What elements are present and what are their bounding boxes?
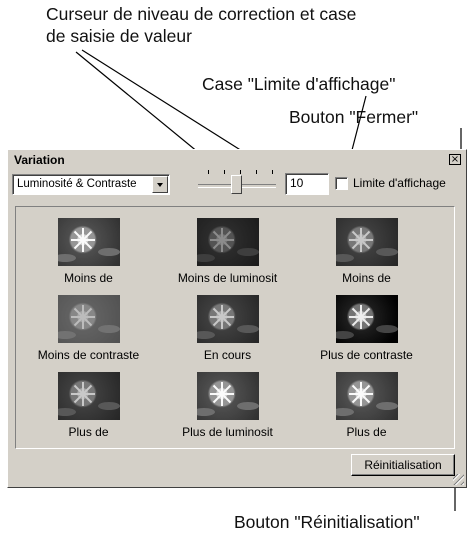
variant-cell[interactable]: Plus de [294,372,426,444]
slider-tick [272,170,273,174]
slider-thumb[interactable] [231,175,242,194]
variant-thumbnail[interactable] [197,372,259,420]
resize-grip-icon[interactable] [453,474,464,485]
mode-dropdown[interactable]: Luminosité & Contraste [12,174,170,195]
window-title: Variation [14,153,65,167]
variant-caption: Plus de luminosit [182,425,273,439]
callout-slider-label: Curseur de niveau de correction et case … [46,3,356,47]
reset-button[interactable]: Réinitialisation [351,454,455,476]
variant-thumbnail[interactable] [58,295,120,343]
slider-tick [240,170,241,174]
callout-slider-line1: Curseur de niveau de correction et case [46,4,357,24]
variant-cell[interactable]: Moins de contraste [16,295,148,367]
chevron-down-icon[interactable] [152,176,168,193]
variant-cell[interactable]: Moins de luminosit [155,218,287,290]
variant-caption: Moins de contraste [37,348,140,362]
variant-thumbnail[interactable] [58,372,120,420]
variant-caption: Moins de [64,271,113,285]
variant-cell[interactable]: Moins de [294,218,426,290]
close-icon: × [450,154,460,165]
variant-cell[interactable]: Plus de luminosit [155,372,287,444]
level-slider[interactable] [198,168,278,198]
close-button[interactable]: × [449,154,461,165]
callout-close-label: Bouton "Fermer" [289,107,419,127]
variant-caption: Plus de contraste [320,348,413,362]
variant-thumbnail[interactable] [197,295,259,343]
slider-tick [208,170,209,174]
variant-thumbnail[interactable] [336,295,398,343]
variations-panel: Moins de Moins de luminosit Moins de Moi… [15,206,455,449]
variant-caption: Plus de [346,425,387,439]
mode-dropdown-value: Luminosité & Contraste [17,178,137,190]
slider-tick [224,170,225,174]
slider-tick [256,170,257,174]
display-limit-label[interactable]: Limite d'affichage [353,176,446,191]
variant-cell[interactable]: Plus de contraste [294,295,426,367]
callout-reset-label: Bouton "Réinitialisation" [234,512,420,532]
variant-thumbnail[interactable] [336,372,398,420]
variant-cell[interactable]: Moins de [16,218,148,290]
display-limit-checkbox[interactable] [335,177,348,190]
variant-thumbnail[interactable] [197,218,259,266]
title-bar: Variation × [10,152,464,168]
variant-caption: Plus de [68,425,109,439]
callout-slider-line2: de saisie de valeur [46,26,192,46]
variant-caption: En cours [203,348,252,362]
variant-cell[interactable]: Plus de [16,372,148,444]
variant-thumbnail[interactable] [336,218,398,266]
variant-caption: Moins de [342,271,391,285]
level-value-input[interactable]: 10 [285,173,329,195]
variant-caption: Moins de luminosit [177,271,278,285]
variant-cell[interactable]: En cours [155,295,287,367]
variant-thumbnail[interactable] [58,218,120,266]
variation-window: Variation × Luminosité & Contraste 10 Li… [7,149,467,488]
callout-limit-label: Case "Limite d'affichage" [202,74,396,94]
